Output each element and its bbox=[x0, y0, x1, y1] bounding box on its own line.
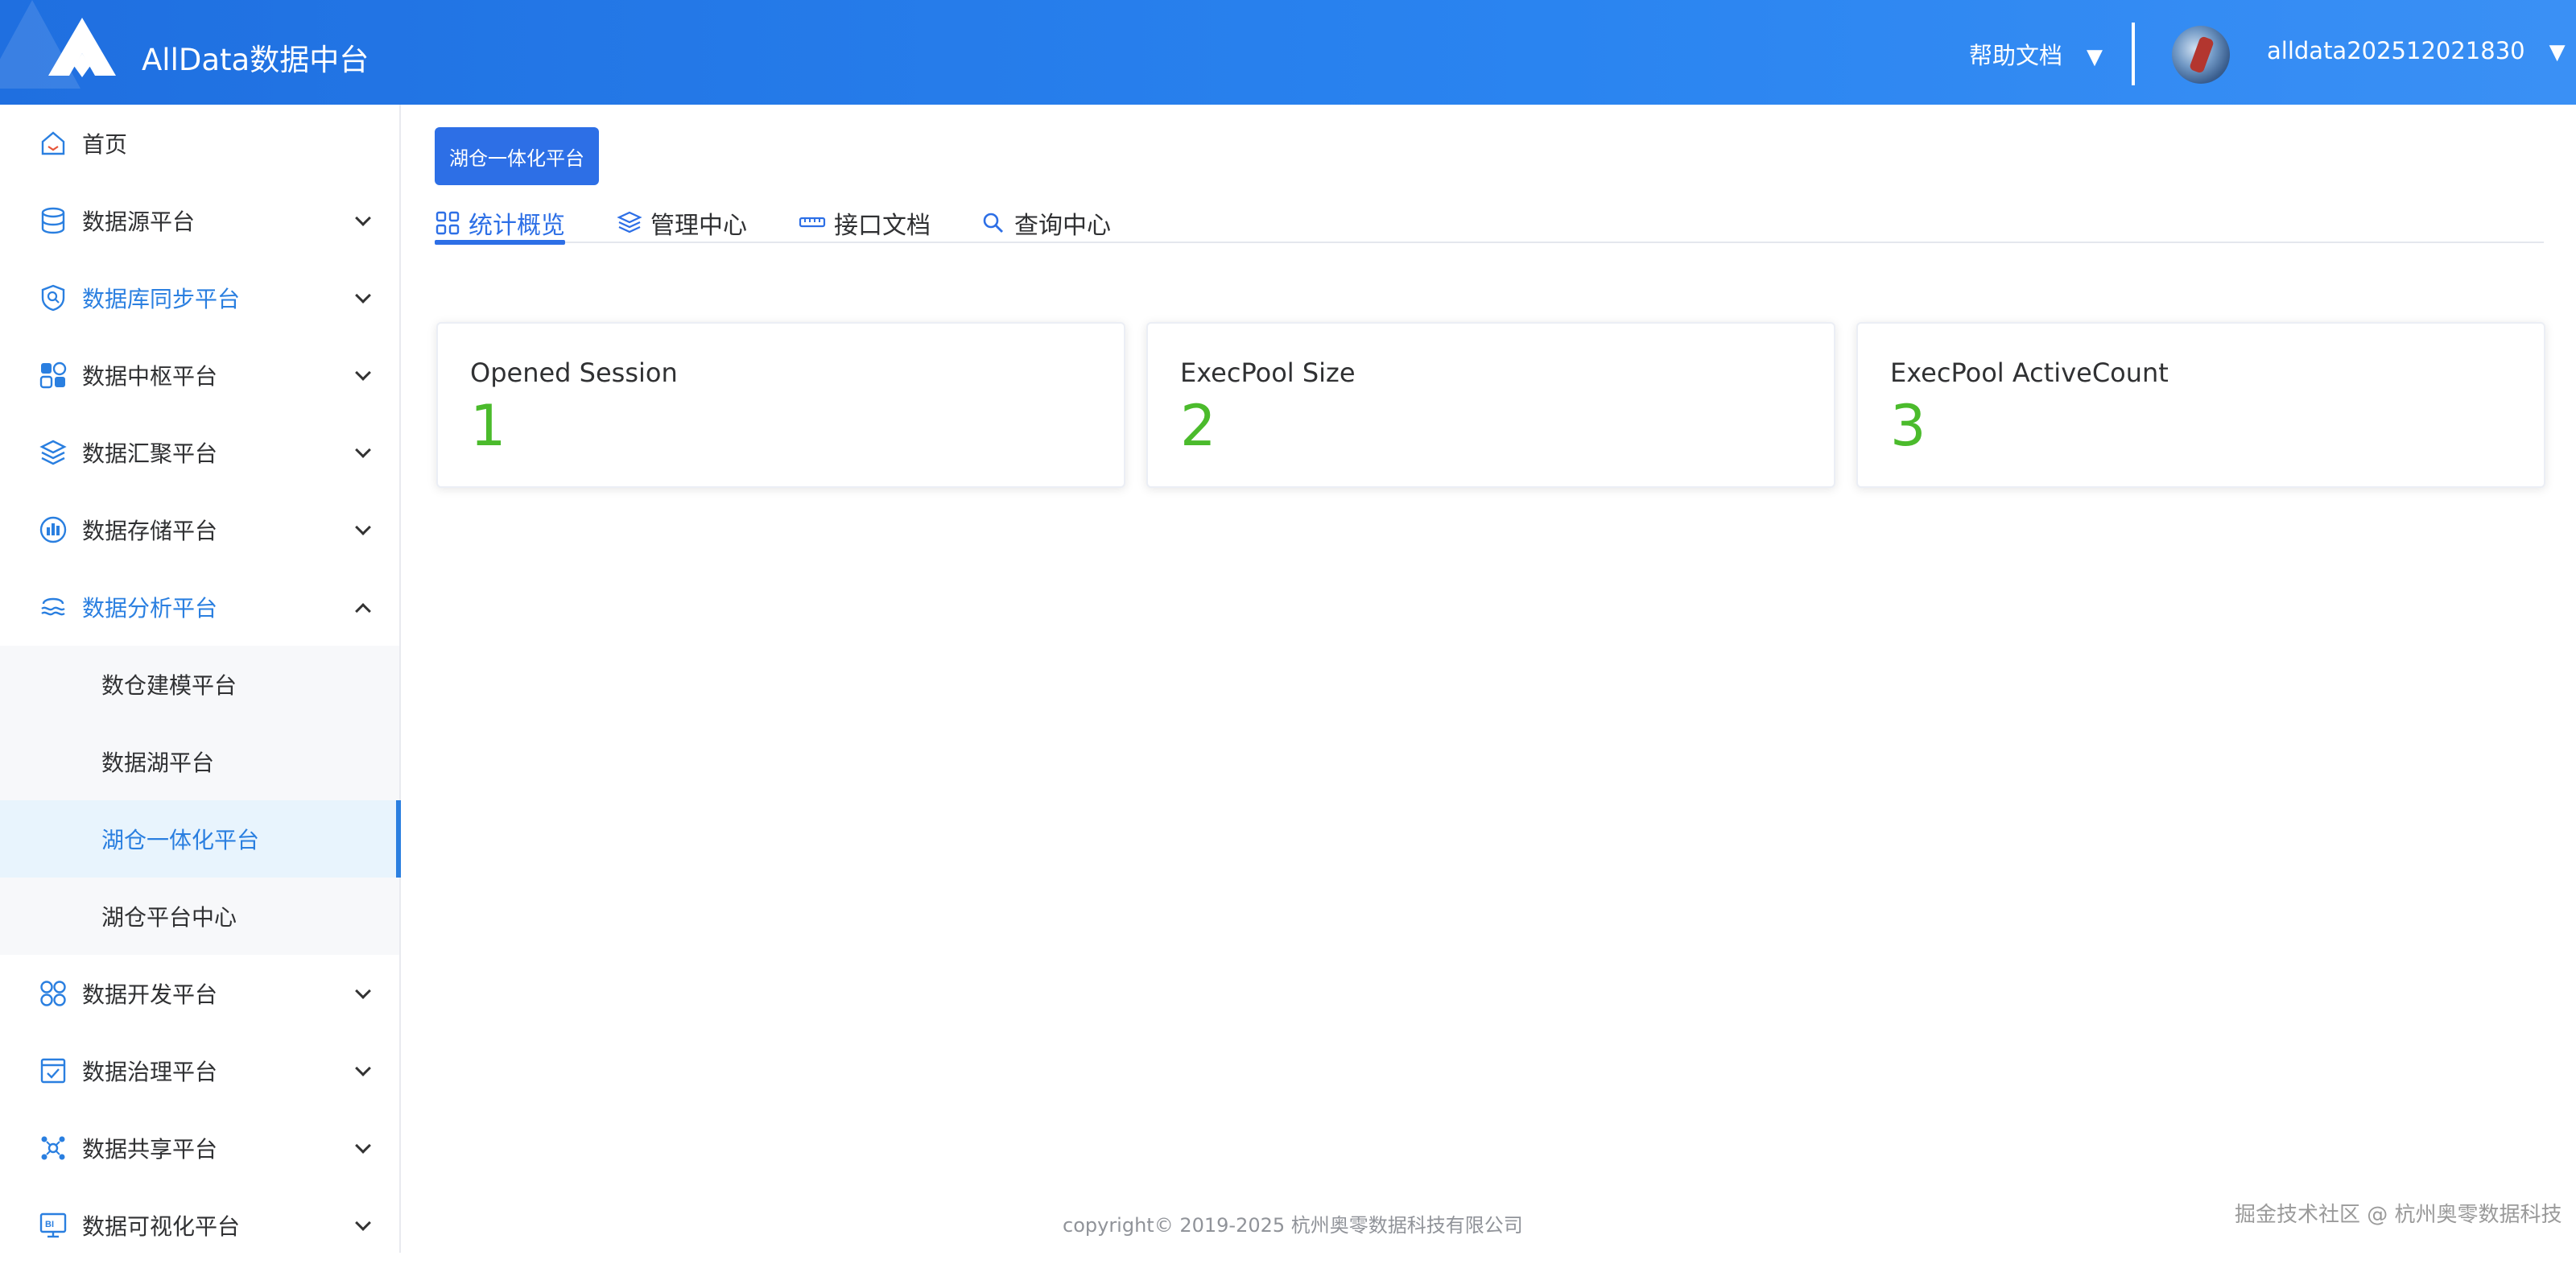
sidebar: 首页 数据源平台 数据库同步平台 数据中枢平台 数据汇聚平台 数据存储平台 数据… bbox=[0, 105, 401, 1253]
sidebar-item-data-hub[interactable]: 数据中枢平台 bbox=[0, 337, 399, 414]
tab-overview[interactable]: 统计概览 bbox=[435, 203, 565, 245]
sidebar-item-datasource[interactable]: 数据源平台 bbox=[0, 182, 399, 259]
sidebar-item-label: 数据分析平台 bbox=[82, 595, 218, 622]
submenu-item-lakehouse-center[interactable]: 湖仓平台中心 bbox=[0, 878, 399, 955]
chevron-down-icon bbox=[355, 1138, 371, 1154]
four-circles-icon bbox=[40, 981, 66, 1006]
footer-copyright: copyright© 2019-2025 杭州奥零数据科技有限公司 bbox=[1063, 1214, 1523, 1237]
layers-icon bbox=[39, 440, 67, 465]
tab-label: 查询中心 bbox=[1014, 212, 1111, 240]
svg-text:BI: BI bbox=[45, 1220, 54, 1229]
chevron-down-icon bbox=[355, 1215, 371, 1231]
help-docs-label: 帮助文档 bbox=[1969, 42, 2063, 69]
sidebar-item-label: 数据中枢平台 bbox=[82, 363, 218, 390]
sidebar-item-label: 数据可视化平台 bbox=[82, 1213, 241, 1240]
stat-card-execpool-size: ExecPool Size 2 bbox=[1146, 322, 1835, 488]
caret-down-icon: ▼ bbox=[2549, 40, 2566, 64]
network-share-icon bbox=[41, 1136, 65, 1160]
tab-label: 管理中心 bbox=[650, 212, 747, 240]
main-content: 湖仓一体化平台 统计概览 管理中心 接口文档 查询中心 Opened Sessi… bbox=[402, 105, 2576, 1253]
submenu-item-lakehouse[interactable]: 湖仓一体化平台 bbox=[0, 800, 401, 878]
stat-value: 2 bbox=[1180, 393, 1216, 459]
sidebar-item-home[interactable]: 首页 bbox=[0, 105, 399, 182]
layers-icon bbox=[617, 211, 642, 233]
chevron-up-icon bbox=[355, 603, 371, 619]
chevron-down-icon bbox=[355, 983, 371, 999]
watermark-text: 掘金技术社区 @ 杭州奥零数据科技 bbox=[2235, 1203, 2562, 1227]
submenu-item-label: 湖仓平台中心 bbox=[101, 904, 237, 931]
submenu-item-label: 湖仓一体化平台 bbox=[101, 827, 260, 853]
chevron-down-icon bbox=[355, 1060, 371, 1076]
chevron-down-icon bbox=[355, 365, 371, 381]
sidebar-item-label: 数据存储平台 bbox=[82, 518, 218, 544]
chevron-down-icon bbox=[355, 287, 371, 304]
tab-bar: 统计概览 管理中心 接口文档 查询中心 bbox=[435, 203, 2544, 245]
sidebar-item-data-analysis[interactable]: 数据分析平台 bbox=[0, 568, 399, 646]
sidebar-item-data-governance[interactable]: 数据治理平台 bbox=[0, 1032, 399, 1109]
sidebar-item-label: 数据开发平台 bbox=[82, 981, 218, 1008]
submenu-item-data-lake[interactable]: 数据湖平台 bbox=[0, 723, 399, 800]
chevron-down-icon bbox=[355, 442, 371, 458]
avatar[interactable] bbox=[2172, 26, 2230, 84]
sidebar-item-db-sync[interactable]: 数据库同步平台 bbox=[0, 259, 399, 337]
user-dropdown[interactable]: alldata202512021830 ▼ bbox=[2267, 37, 2566, 64]
tab-api-docs[interactable]: 接口文档 bbox=[799, 203, 931, 243]
sidebar-item-data-sharing[interactable]: 数据共享平台 bbox=[0, 1109, 399, 1187]
sidebar-item-data-dev[interactable]: 数据开发平台 bbox=[0, 955, 399, 1032]
sync-shield-icon bbox=[41, 284, 65, 312]
tab-label: 统计概览 bbox=[469, 212, 565, 240]
lakehouse-tag-button[interactable]: 湖仓一体化平台 bbox=[435, 127, 599, 185]
chevron-down-icon bbox=[355, 519, 371, 535]
sidebar-item-label: 首页 bbox=[82, 131, 128, 158]
stat-card-opened-session: Opened Session 1 bbox=[436, 322, 1125, 488]
bar-chart-circle-icon bbox=[39, 516, 67, 543]
database-icon bbox=[41, 207, 65, 234]
stat-value: 3 bbox=[1890, 393, 1926, 459]
tab-management[interactable]: 管理中心 bbox=[617, 203, 747, 243]
sidebar-item-label: 数据库同步平台 bbox=[82, 286, 241, 312]
sidebar-item-label: 数据治理平台 bbox=[82, 1059, 218, 1085]
ruler-icon bbox=[799, 217, 826, 228]
stat-label: ExecPool Size bbox=[1180, 357, 1356, 388]
caret-down-icon: ▼ bbox=[2087, 45, 2103, 69]
tab-query-center[interactable]: 查询中心 bbox=[980, 203, 1111, 243]
help-docs-dropdown[interactable]: 帮助文档 ▼ bbox=[1969, 37, 2103, 71]
submenu-item-label: 数据湖平台 bbox=[101, 750, 215, 776]
sidebar-item-label: 数据共享平台 bbox=[82, 1136, 218, 1163]
sidebar-item-label: 数据源平台 bbox=[82, 209, 196, 235]
stat-label: ExecPool ActiveCount bbox=[1890, 357, 2169, 388]
stat-value: 1 bbox=[470, 393, 506, 459]
home-icon bbox=[41, 131, 65, 155]
sidebar-item-data-aggregation[interactable]: 数据汇聚平台 bbox=[0, 414, 399, 491]
app-title[interactable]: AllData数据中台 bbox=[142, 35, 369, 79]
header-divider bbox=[2132, 23, 2135, 85]
tab-label: 接口文档 bbox=[834, 212, 931, 240]
submenu-item-label: 数仓建模平台 bbox=[101, 672, 237, 699]
username: alldata202512021830 bbox=[2267, 37, 2525, 64]
logo-icon[interactable] bbox=[47, 16, 118, 77]
search-icon bbox=[983, 213, 1003, 233]
submenu-item-warehouse-modeling[interactable]: 数仓建模平台 bbox=[0, 646, 399, 723]
chevron-down-icon bbox=[355, 210, 371, 226]
stat-label: Opened Session bbox=[470, 357, 678, 388]
grid-squares-icon bbox=[436, 211, 460, 235]
stat-card-execpool-activecount: ExecPool ActiveCount 3 bbox=[1856, 322, 2545, 488]
grid-blocks-icon bbox=[39, 361, 67, 389]
sidebar-item-label: 数据汇聚平台 bbox=[82, 440, 218, 467]
sidebar-item-data-storage[interactable]: 数据存储平台 bbox=[0, 491, 399, 568]
checklist-icon bbox=[40, 1058, 66, 1084]
bi-monitor-icon: BI bbox=[39, 1212, 67, 1238]
submenu-data-analysis: 数仓建模平台 数据湖平台 湖仓一体化平台 湖仓平台中心 bbox=[0, 646, 401, 955]
analysis-waves-icon bbox=[41, 597, 65, 616]
top-header: AllData数据中台 帮助文档 ▼ alldata202512021830 ▼ bbox=[0, 0, 2576, 105]
